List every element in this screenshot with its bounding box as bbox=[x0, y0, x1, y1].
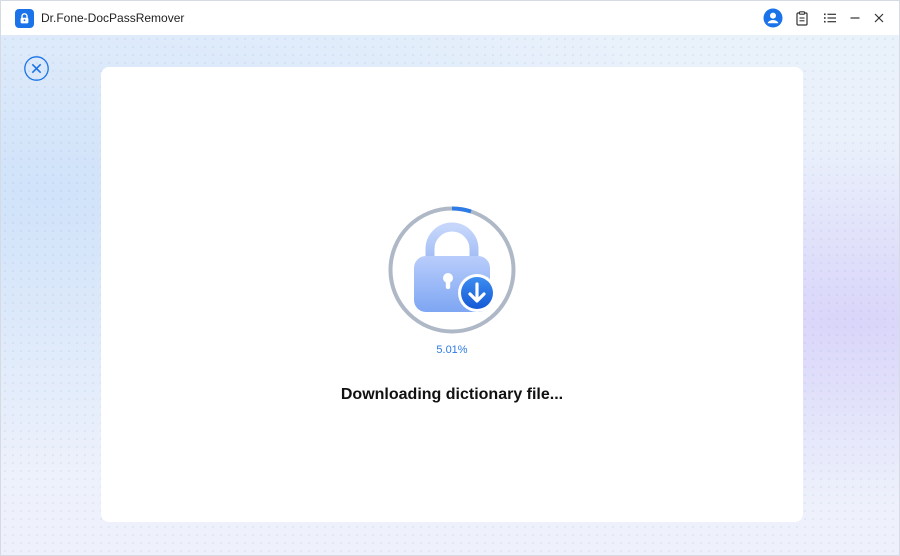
padlock-download-icon bbox=[414, 222, 496, 312]
main-content: 5.01% Downloading dictionary file... bbox=[1, 35, 899, 555]
close-circle-icon bbox=[24, 56, 49, 81]
download-status-text: Downloading dictionary file... bbox=[340, 386, 564, 403]
menu-list-icon bbox=[824, 13, 836, 23]
app-lock-icon bbox=[15, 9, 34, 28]
progress-percent: 5.01% bbox=[436, 344, 468, 356]
download-card: 5.01% Downloading dictionary file... bbox=[101, 67, 803, 522]
app-window: Dr.Fone-DocPassRemover 5.01% Downloading… bbox=[0, 0, 900, 556]
close-window-button[interactable] bbox=[868, 7, 890, 29]
user-account-icon bbox=[763, 8, 783, 28]
user-account-button[interactable] bbox=[762, 7, 784, 29]
feedback-button[interactable] bbox=[791, 7, 813, 29]
menu-button[interactable] bbox=[819, 7, 841, 29]
close-icon bbox=[874, 13, 884, 23]
app-title: Dr.Fone-DocPassRemover bbox=[41, 11, 185, 25]
cancel-download-button[interactable] bbox=[24, 56, 49, 81]
download-progress bbox=[387, 205, 517, 335]
minimize-button[interactable] bbox=[844, 7, 866, 29]
feedback-document-icon bbox=[796, 10, 808, 26]
minimize-icon bbox=[850, 17, 860, 19]
title-bar: Dr.Fone-DocPassRemover bbox=[1, 1, 899, 35]
